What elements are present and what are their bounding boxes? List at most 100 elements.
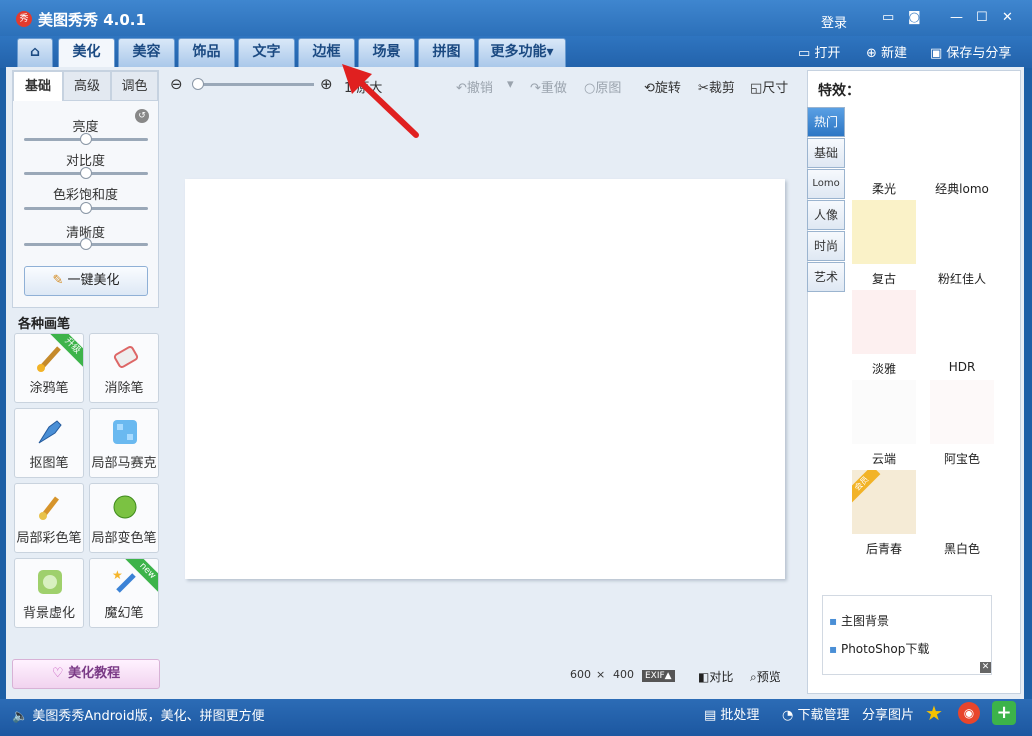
tab-accessories[interactable]: 饰品 bbox=[178, 38, 235, 67]
batch-button[interactable]: ▤ 批处理 bbox=[704, 704, 759, 723]
category-lomo[interactable]: Lomo bbox=[807, 169, 845, 199]
tab-text[interactable]: 文字 bbox=[238, 38, 295, 67]
zoom-out-icon[interactable]: ⊖ bbox=[170, 75, 183, 93]
effect-thumbnail[interactable] bbox=[852, 110, 916, 174]
effect-label: 阿宝色 bbox=[943, 452, 980, 466]
category-portrait[interactable]: 人像 bbox=[807, 200, 845, 230]
crop-label: 裁剪 bbox=[708, 81, 735, 96]
category-fashion[interactable]: 时尚 bbox=[807, 231, 845, 261]
title-bar bbox=[0, 0, 1032, 38]
zoom-knob[interactable] bbox=[192, 78, 204, 90]
speaker-icon: 🔈 bbox=[12, 709, 29, 724]
original-icon: ○ bbox=[584, 81, 596, 96]
zoom-in-icon[interactable]: ⊕ bbox=[320, 75, 333, 93]
save-share-button[interactable]: ▣ 保存与分享 bbox=[930, 42, 1011, 61]
image-canvas[interactable] bbox=[185, 179, 785, 579]
effect-label: 复古 bbox=[871, 272, 896, 286]
close-ad-icon[interactable]: ✕ bbox=[980, 662, 991, 673]
preview-icon: ⌕ bbox=[750, 670, 757, 684]
new-button[interactable]: ⊕ 新建 bbox=[866, 42, 907, 61]
effect-label: 后青春 bbox=[865, 542, 902, 556]
compare-icon: ◧ bbox=[698, 670, 710, 684]
login-link[interactable]: 登录 bbox=[821, 12, 847, 31]
open-button[interactable]: ▭ 打开 bbox=[798, 42, 840, 61]
original-button[interactable]: ○原图 bbox=[584, 77, 621, 96]
effect-label: 淡雅 bbox=[871, 362, 896, 376]
tab-beauty[interactable]: 美容 bbox=[118, 38, 175, 67]
beautify-tutorial-button[interactable]: ♡ 美化教程 bbox=[12, 659, 160, 689]
resize-button[interactable]: ◱尺寸 bbox=[750, 77, 788, 96]
close-icon[interactable]: ✕ bbox=[1002, 10, 1013, 25]
undo-label: 撤销 bbox=[466, 81, 493, 96]
open-label: 打开 bbox=[814, 46, 841, 61]
tutorial-label: 美化教程 bbox=[68, 666, 121, 681]
category-basic[interactable]: 基础 bbox=[807, 138, 845, 168]
crop-button[interactable]: ✂裁剪 bbox=[698, 77, 735, 96]
effect-label: 柔光 bbox=[871, 182, 896, 196]
brush-mosaic[interactable]: 局部马赛克 bbox=[89, 408, 159, 478]
tab-more[interactable]: 更多功能▾ bbox=[478, 38, 566, 67]
effect-thumbnail[interactable] bbox=[930, 200, 994, 264]
weibo-icon[interactable]: ◉ bbox=[958, 702, 980, 724]
share-image-label[interactable]: 分享图片 bbox=[862, 704, 914, 723]
batch-label: 批处理 bbox=[720, 708, 760, 723]
subtab-basic[interactable]: 基础 bbox=[13, 71, 63, 101]
home-tab-icon[interactable]: ⌂ bbox=[17, 38, 53, 67]
brush-label: 消除笔 bbox=[104, 381, 144, 396]
undo-dropdown-icon[interactable]: ▾ bbox=[507, 77, 514, 92]
add-share-icon[interactable]: + bbox=[992, 701, 1016, 725]
folder-icon: ▭ bbox=[798, 46, 815, 61]
saturation-knob[interactable] bbox=[80, 202, 92, 214]
effect-thumbnail[interactable] bbox=[852, 200, 916, 264]
rotate-button[interactable]: ⟲旋转 bbox=[644, 77, 681, 96]
sharpness-knob[interactable] bbox=[80, 238, 92, 250]
minimize-icon[interactable]: — bbox=[950, 10, 963, 25]
news-link-1[interactable]: ▪ 主图背景 bbox=[829, 612, 889, 629]
effect-thumbnail[interactable] bbox=[930, 110, 994, 174]
brush-background-blur[interactable]: 背景虚化 bbox=[14, 558, 84, 628]
editor-toolbar: ⊖ ⊕ 1 原大 ↶撤销 ▾ ↷重做 ○原图 ⟲旋转 ✂裁剪 ◱尺寸 bbox=[160, 70, 804, 100]
brush-local-color[interactable]: 局部彩色笔 bbox=[14, 483, 84, 553]
maximize-icon[interactable]: ☐ bbox=[976, 10, 988, 25]
resize-icon: ◱ bbox=[750, 81, 763, 96]
brush-magic[interactable]: ★ new 魔幻笔 bbox=[89, 558, 159, 628]
effect-thumbnail[interactable] bbox=[852, 380, 916, 444]
news-link-2[interactable]: ▪ PhotoShop下载 bbox=[829, 640, 929, 657]
zoom-slider[interactable] bbox=[196, 83, 314, 86]
brush-eraser[interactable]: 消除笔 bbox=[89, 333, 159, 403]
redo-button[interactable]: ↷重做 bbox=[530, 77, 567, 96]
brush-color-change[interactable]: 局部变色笔 bbox=[89, 483, 159, 553]
effect-thumbnail[interactable] bbox=[930, 290, 994, 354]
dimension-times: × bbox=[596, 668, 606, 681]
brush-doodle[interactable]: 升级 涂鸦笔 bbox=[14, 333, 84, 403]
effect-thumbnail[interactable]: 会员 bbox=[852, 470, 916, 534]
subtab-advanced[interactable]: 高级 bbox=[63, 71, 111, 101]
skin-icon[interactable]: ◙ bbox=[908, 10, 921, 25]
download-label: 下载管理 bbox=[797, 708, 850, 723]
category-art[interactable]: 艺术 bbox=[807, 262, 845, 292]
download-manager-button[interactable]: ◔ 下载管理 bbox=[782, 704, 850, 723]
contrast-knob[interactable] bbox=[80, 167, 92, 179]
preview-button[interactable]: ⌕预览 bbox=[750, 668, 781, 685]
message-icon[interactable]: ▭ bbox=[882, 10, 894, 25]
category-hot[interactable]: 热门 bbox=[807, 107, 845, 137]
effect-thumbnail[interactable] bbox=[852, 290, 916, 354]
magic-pen-icon: ★ bbox=[110, 567, 140, 597]
exif-button[interactable]: EXIF▲ bbox=[642, 670, 675, 682]
paint-bucket-icon bbox=[110, 492, 140, 522]
undo-button[interactable]: ↶撤销 bbox=[456, 77, 493, 96]
hand-icon: ♡ bbox=[51, 666, 69, 681]
promo-link[interactable]: 🔈 美图秀秀Android版，美化、拼图更方便 bbox=[12, 705, 265, 724]
effect-thumbnail[interactable] bbox=[930, 470, 994, 534]
compare-button[interactable]: ◧对比 bbox=[698, 668, 733, 685]
download-icon: ◔ bbox=[782, 708, 798, 723]
brush-label: 局部变色笔 bbox=[91, 531, 157, 546]
qzone-star-icon[interactable]: ★ bbox=[925, 702, 947, 724]
news-label: PhotoShop下载 bbox=[840, 642, 930, 656]
brightness-knob[interactable] bbox=[80, 133, 92, 145]
brush-cutout[interactable]: 抠图笔 bbox=[14, 408, 84, 478]
tab-beautify[interactable]: 美化 bbox=[58, 38, 115, 69]
subtab-color[interactable]: 调色 bbox=[111, 71, 158, 101]
one-key-beautify-button[interactable]: ✎ 一键美化 bbox=[24, 266, 148, 296]
effect-thumbnail[interactable] bbox=[930, 380, 994, 444]
